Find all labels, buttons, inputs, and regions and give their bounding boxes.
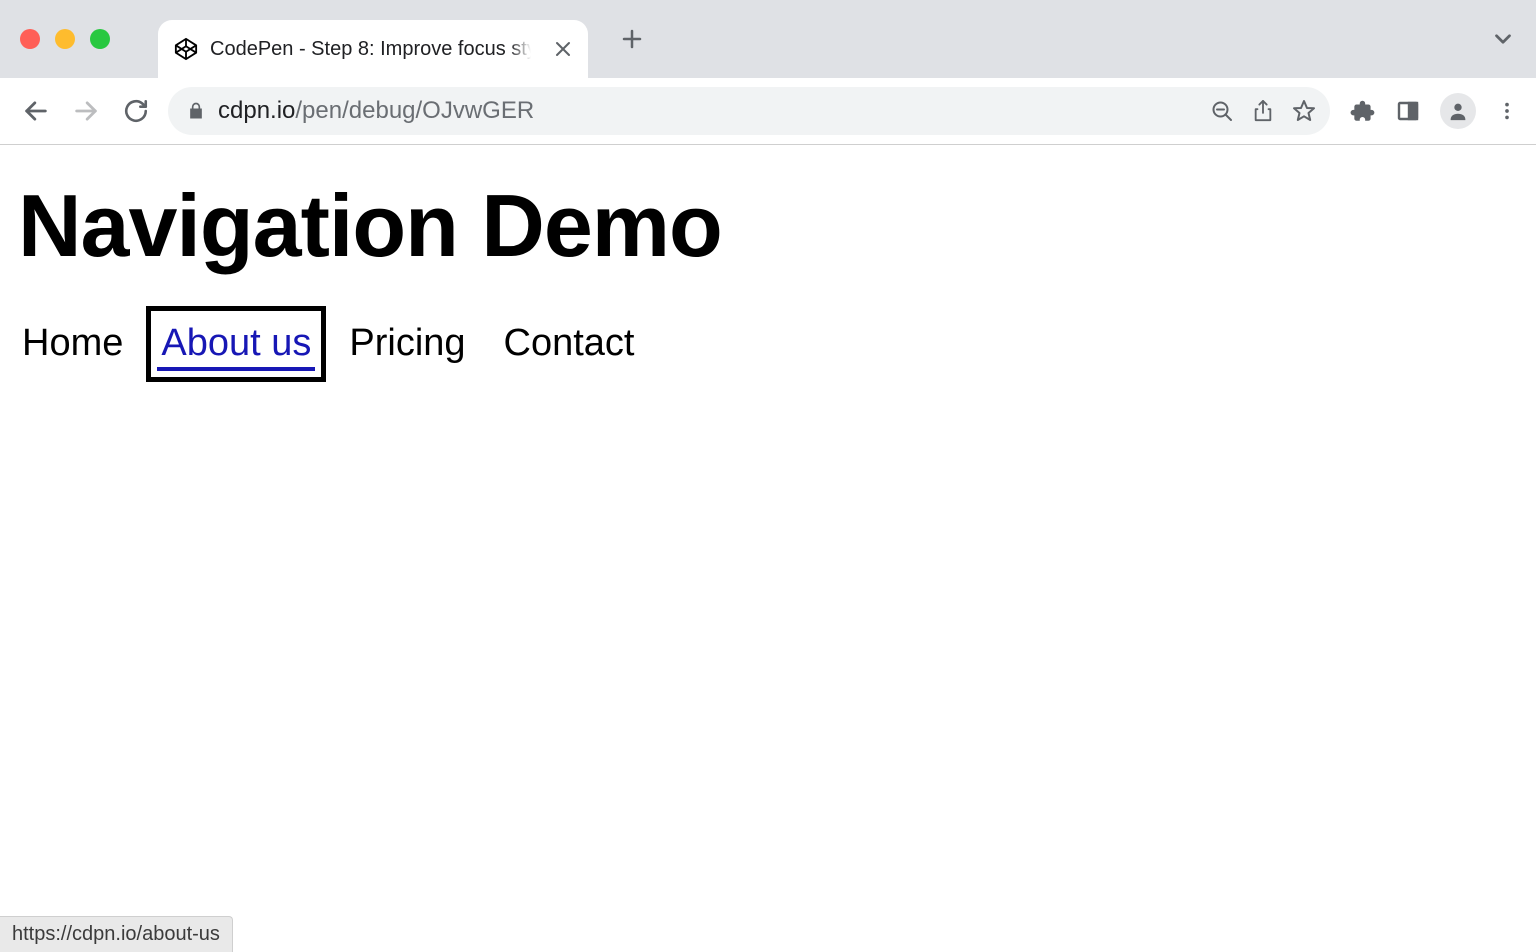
codepen-favicon-icon [174,37,198,61]
profile-avatar[interactable] [1440,93,1476,129]
extensions-icon[interactable] [1350,98,1376,124]
page-content: Navigation Demo Home About us Pricing Co… [0,145,1536,371]
window-close-button[interactable] [20,29,40,49]
window-maximize-button[interactable] [90,29,110,49]
nav-link-home[interactable]: Home [18,317,127,371]
url-host: cdpn.io [218,97,295,124]
side-panel-icon[interactable] [1396,99,1420,123]
new-tab-button[interactable] [606,27,658,51]
status-bar: https://cdpn.io/about-us [0,916,233,952]
status-url: https://cdpn.io/about-us [12,923,220,945]
zoom-out-icon[interactable] [1210,99,1234,123]
kebab-menu-icon[interactable] [1496,100,1518,122]
reload-button[interactable] [118,93,154,129]
browser-tab[interactable]: CodePen - Step 8: Improve focus styles [158,20,588,78]
tab-close-button[interactable] [552,38,574,60]
nav-link-about-us[interactable]: About us [157,317,315,371]
forward-button[interactable] [68,93,104,129]
url-text: cdpn.io/pen/debug/OJvwGER [218,97,1198,125]
bookmark-star-icon[interactable] [1292,99,1316,123]
browser-toolbar: cdpn.io/pen/debug/OJvwGER [0,78,1536,144]
nav-link-contact[interactable]: Contact [500,317,639,371]
address-bar[interactable]: cdpn.io/pen/debug/OJvwGER [168,87,1330,135]
tab-strip: CodePen - Step 8: Improve focus styles [0,0,1536,78]
omnibox-actions [1210,99,1316,123]
lock-icon [186,101,206,121]
tab-title: CodePen - Step 8: Improve focus styles [210,38,540,61]
back-button[interactable] [18,93,54,129]
browser-chrome: CodePen - Step 8: Improve focus styles [0,0,1536,145]
share-icon[interactable] [1252,99,1274,123]
url-path: /pen/debug/OJvwGER [295,97,534,124]
main-nav: Home About us Pricing Contact [18,317,1518,371]
toolbar-right [1350,93,1518,129]
window-minimize-button[interactable] [55,29,75,49]
nav-link-pricing[interactable]: Pricing [345,317,469,371]
page-heading: Navigation Demo [18,175,1518,277]
tab-overflow-button[interactable] [1490,26,1524,52]
window-controls [12,29,118,49]
